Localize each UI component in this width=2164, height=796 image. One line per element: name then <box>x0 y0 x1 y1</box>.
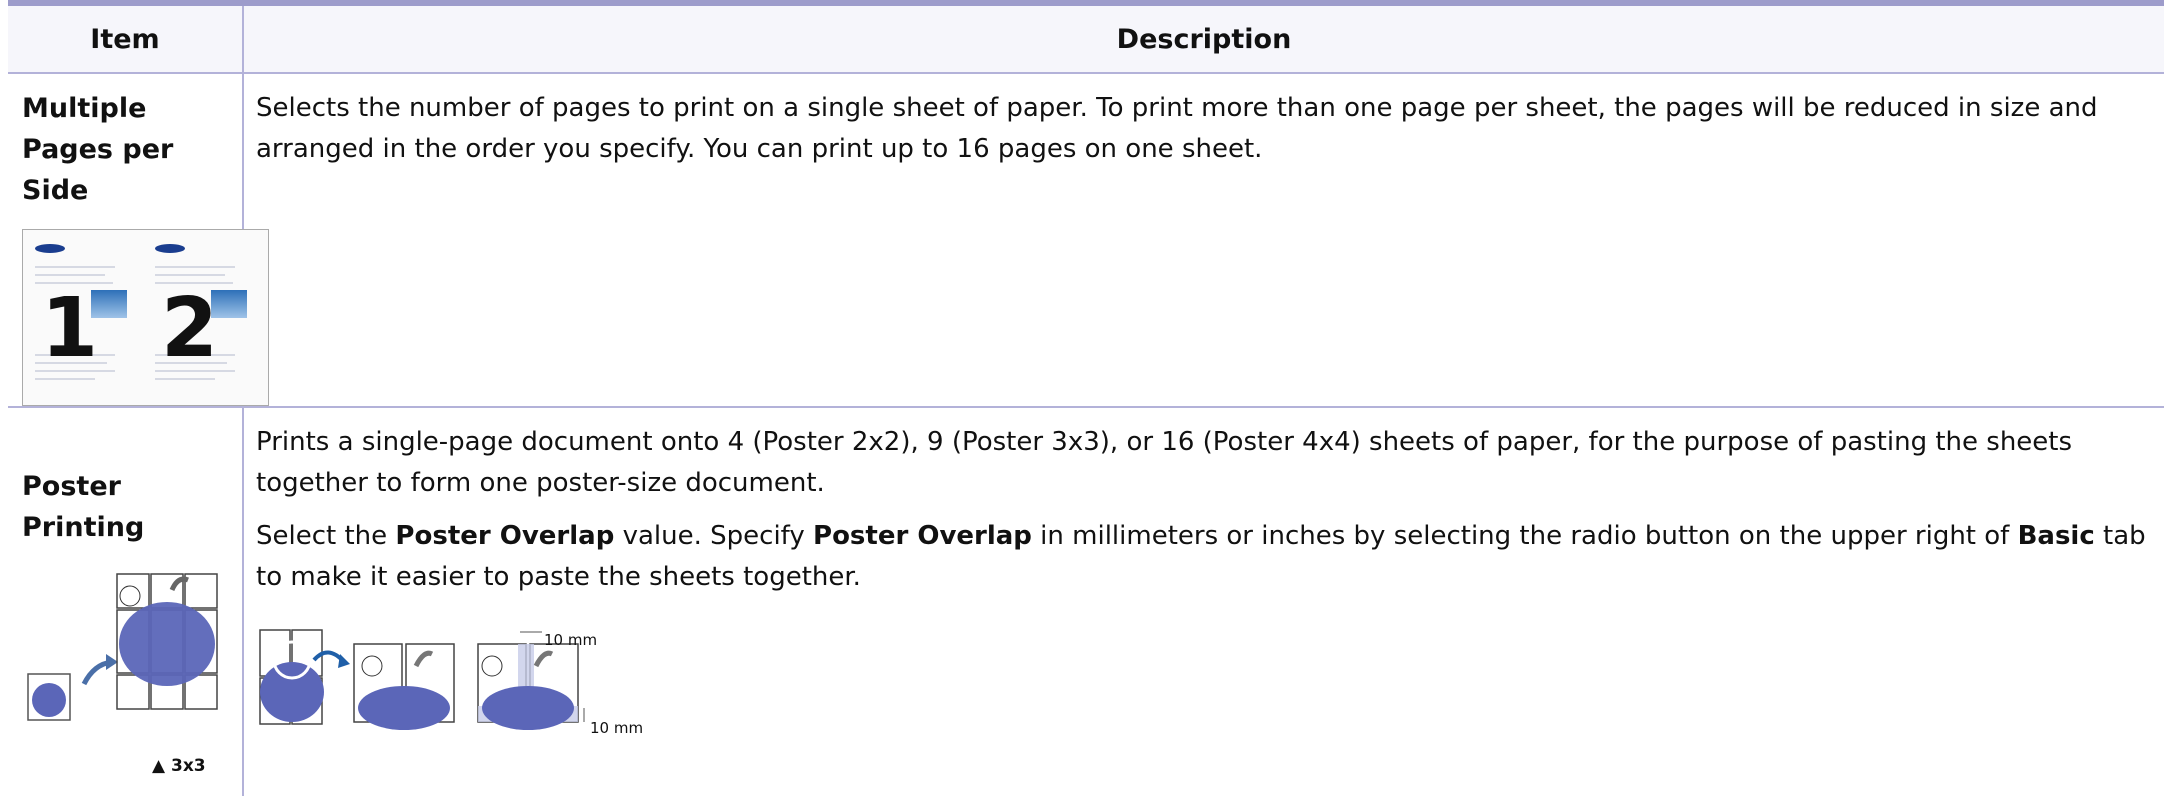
header-row: Item Description <box>8 6 2164 74</box>
overlap-label-right: 10 mm <box>590 719 644 737</box>
description-cell: Prints a single-page document onto 4 (Po… <box>242 407 2164 796</box>
options-table: Item Description Multiple Pages per Side… <box>8 6 2164 796</box>
item-label: Multiple Pages per Side <box>22 93 174 206</box>
description-text: Prints a single-page document onto 4 (Po… <box>256 427 2073 498</box>
table-row: Multiple Pages per Side 1 2 Selects the … <box>8 73 2164 408</box>
page-number: 1 <box>41 281 99 376</box>
description-text: Selects the number of pages to print on … <box>256 93 2098 164</box>
brand-logo <box>155 244 185 253</box>
overlap-illustration: 10 mm 10 mm <box>256 620 2150 750</box>
table-row: Poster Printing ▲ 3x3 Prints a single-pa… <box>8 407 2164 796</box>
poster-caption: ▲ 3x3 <box>152 756 206 776</box>
item-cell: Poster Printing ▲ 3x3 <box>8 407 243 796</box>
brand-logo <box>35 244 65 253</box>
page-thumbnail: 2 <box>151 244 251 394</box>
header-item: Item <box>8 6 243 74</box>
poster-illustration: ▲ 3x3 <box>22 566 228 796</box>
description-cell: Selects the number of pages to print on … <box>242 73 2164 408</box>
poster-3x3-icon <box>27 573 218 721</box>
page-number: 2 <box>161 281 219 376</box>
page-thumbnail: 1 <box>31 244 131 394</box>
overlap-label-top: 10 mm <box>544 631 598 649</box>
overlap-instruction: Select the Poster Overlap value. Specify… <box>256 521 2146 592</box>
item-cell: Multiple Pages per Side 1 2 <box>8 73 269 408</box>
item-label: Poster Printing <box>22 471 145 543</box>
header-description: Description <box>242 6 2164 74</box>
multiple-pages-illustration: 1 2 <box>22 229 269 406</box>
